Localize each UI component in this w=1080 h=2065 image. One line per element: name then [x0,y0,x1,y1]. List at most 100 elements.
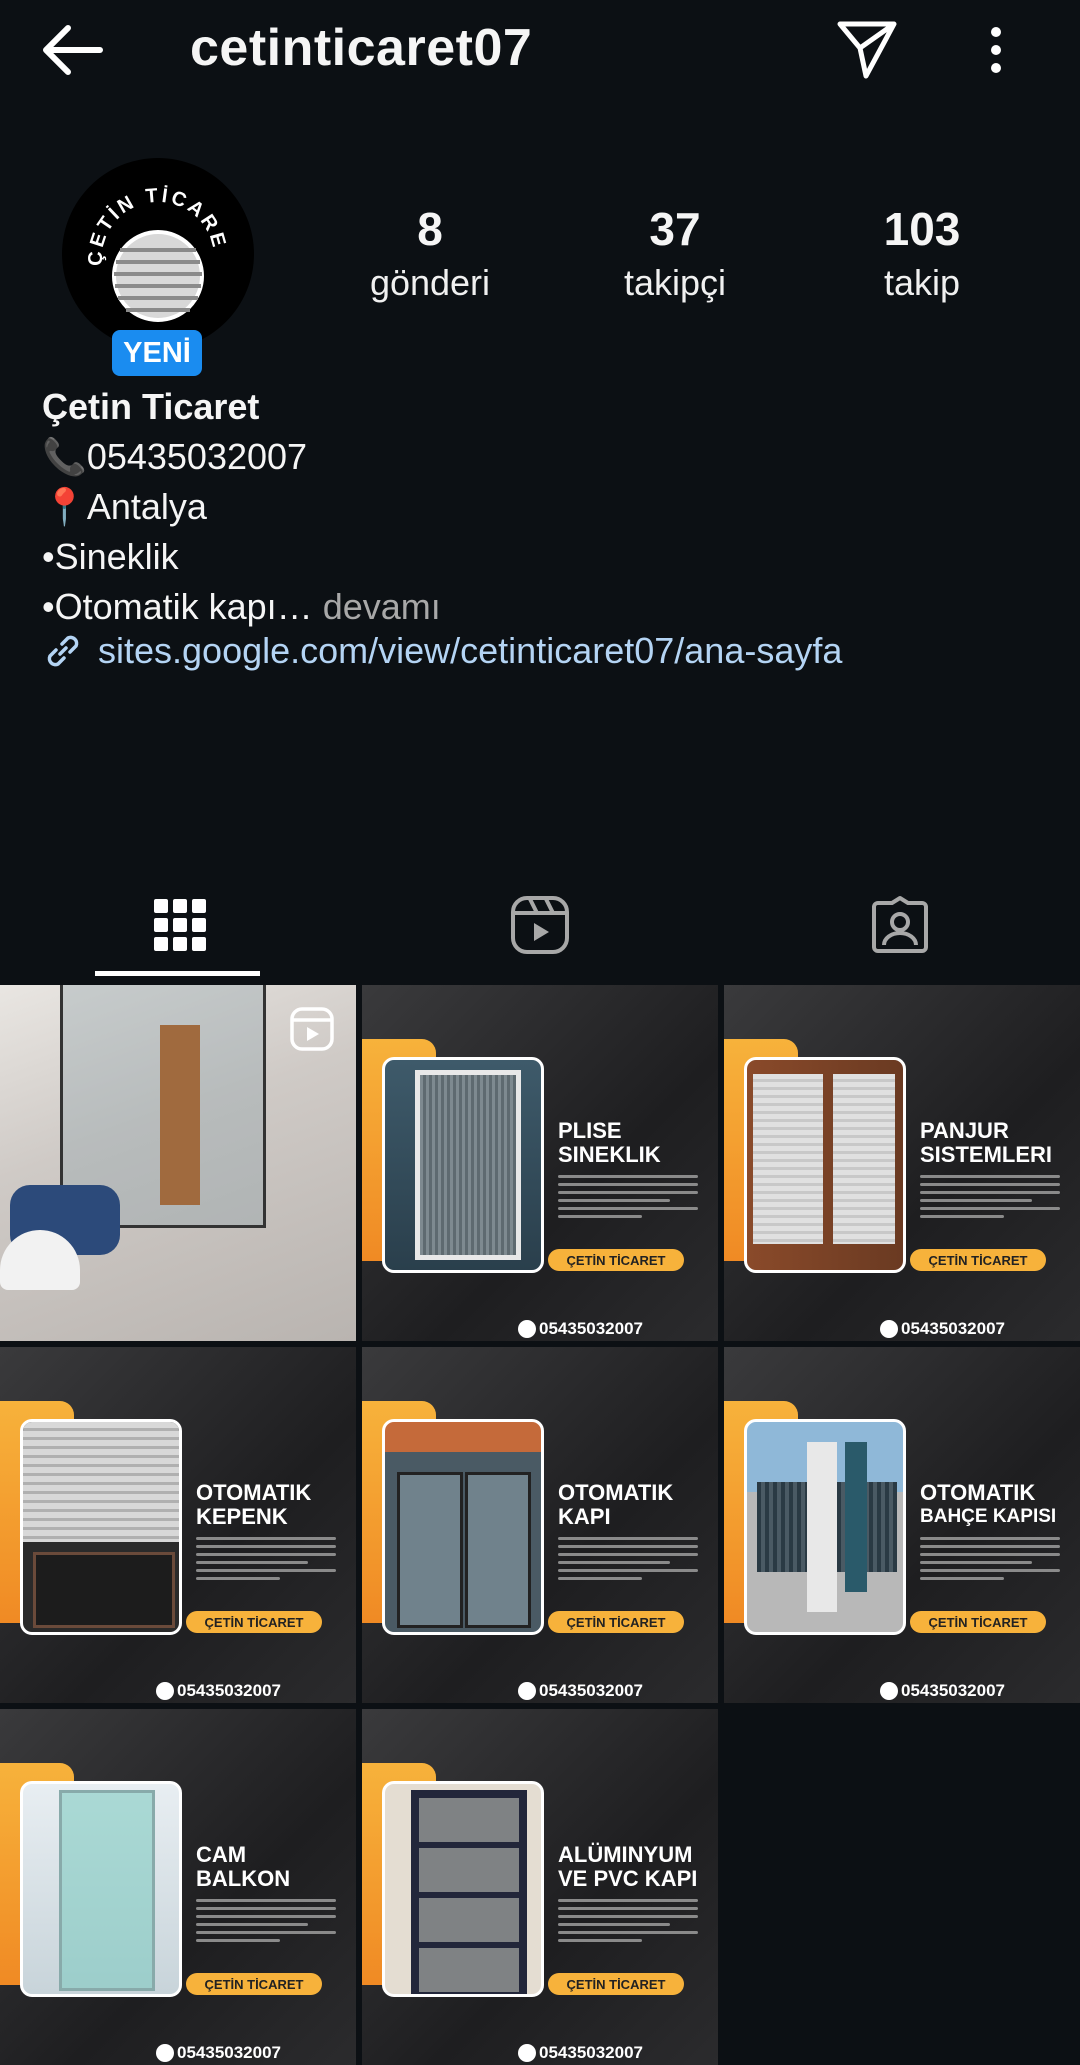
bio-more-link[interactable]: devamı [323,586,441,627]
brand-pill: ÇETİN TİCARET [186,1973,322,1995]
stat-followers-label: takipçi [623,262,727,303]
brand-pill: ÇETİN TİCARET [910,1249,1046,1271]
profile-tabs [0,870,1080,980]
brand-pill: ÇETİN TİCARET [186,1611,322,1633]
post-phone: 05435032007 [880,1319,1005,1339]
post-tile[interactable]: CAM BALKON ÇETİN TİCARET 05435032007 [0,1709,356,2065]
profile-link-text: sites.google.com/view/cetinticaret07/ana… [98,630,843,671]
post-phone-number: 05435032007 [539,1681,644,1700]
brand-pill: ÇETİN TİCARET [548,1973,684,1995]
post-description-lines [558,1899,698,1947]
post-title-line: BAHÇE KAPISI [920,1506,1057,1527]
phone-icon [518,2044,536,2062]
stat-followers[interactable]: 37 takipçi [575,200,775,308]
more-vertical-icon[interactable] [978,22,1014,78]
post-photo [20,1781,182,1997]
new-badge: YENİ [112,330,202,376]
top-bar: cetinticaret07 [0,0,1080,100]
post-title: PANJUR SISTEMLERI [920,1119,1070,1167]
post-title-line: OTOMATIK [196,1480,312,1505]
post-description-lines [196,1537,336,1585]
post-description-lines [558,1175,698,1223]
post-phone-number: 05435032007 [177,2043,282,2062]
post-phone: 05435032007 [880,1681,1005,1701]
bio-line-last: •Otomatik kapı… devamı [42,582,441,632]
post-phone: 05435032007 [518,1319,643,1339]
link-icon [47,635,79,667]
post-photo [382,1781,544,1997]
post-description-lines [196,1899,336,1947]
bio-line: 📞05435032007 [42,436,308,477]
post-tile[interactable]: OTOMATIK BAHÇE KAPISI ÇETİN TİCARET 05435… [724,1347,1080,1703]
post-title-line: KEPENK [196,1504,288,1529]
stat-following-value: 103 [883,203,961,255]
tab-tagged[interactable] [720,870,1080,980]
post-description-lines [920,1175,1060,1223]
post-phone-number: 05435032007 [901,1681,1006,1700]
post-title-line: KAPI [558,1504,611,1529]
back-arrow-icon[interactable] [38,22,108,78]
post-title-line: PLISE [558,1118,622,1143]
reel-indicator-icon [290,1007,334,1051]
phone-icon [156,2044,174,2062]
post-photo [744,1419,906,1635]
post-title: OTOMATIK KEPENK [196,1481,346,1529]
post-tile[interactable]: OTOMATIK KEPENK ÇETİN TİCARET 05435032007 [0,1347,356,1703]
post-title: OTOMATIK BAHÇE KAPISI [920,1481,1070,1529]
post-title: ALÜMINYUM VE PVC KAPI [558,1843,708,1891]
post-tile[interactable]: PLISE SINEKLIK ÇETİN TİCARET 05435032007 [362,985,718,1341]
stat-posts[interactable]: 8 gönderi [330,200,530,308]
grid-icon [154,899,206,951]
post-phone-number: 05435032007 [539,1319,644,1338]
bio-line: 📍Antalya [42,486,207,527]
wood-panel-image [160,1025,200,1205]
stat-posts-label: gönderi [369,262,491,303]
phone-icon [880,1320,898,1338]
post-tile[interactable]: PANJUR SISTEMLERI ÇETİN TİCARET 054350320… [724,985,1080,1341]
tab-grid[interactable] [0,870,360,980]
post-title-line: CAM [196,1842,247,1867]
blinds-logo-icon: ÇETİN TİCARET [62,158,227,322]
profile-avatar[interactable]: ÇETİN TİCARET [62,158,254,350]
phone-icon [518,1320,536,1338]
post-photo [382,1057,544,1273]
profile-bio: Çetin Ticaret 📞05435032007 📍Antalya •Sin… [42,382,441,632]
post-phone: 05435032007 [518,2043,643,2063]
brand-pill: ÇETİN TİCARET [548,1611,684,1633]
stat-posts-value: 8 [417,203,443,255]
post-title: CAM BALKON [196,1843,346,1891]
post-title-line: ALÜMINYUM [558,1842,693,1867]
post-tile[interactable]: OTOMATIK KAPI ÇETİN TİCARET 05435032007 [362,1347,718,1703]
stat-following[interactable]: 103 takip [822,200,1022,308]
phone-icon [518,1682,536,1700]
post-title-line: OTOMATIK [920,1480,1036,1505]
send-icon[interactable] [836,18,898,80]
post-phone-number: 05435032007 [539,2043,644,2062]
post-title-line: BALKON [196,1866,291,1891]
post-title-line: SINEKLIK [558,1142,661,1167]
bio-line: •Sineklik [42,536,179,577]
post-phone: 05435032007 [518,1681,643,1701]
tagged-icon [872,896,928,953]
post-description-lines [920,1537,1060,1585]
profile-link[interactable]: sites.google.com/view/cetinticaret07/ana… [42,630,842,672]
post-title-line: VE PVC KAPI [558,1866,698,1891]
brand-pill: ÇETİN TİCARET [548,1249,684,1271]
bio-line: •Otomatik kapı… [42,586,313,627]
post-photo [744,1057,906,1273]
post-title-line: PANJUR [920,1118,1009,1143]
phone-icon [880,1682,898,1700]
post-phone-number: 05435032007 [177,1681,282,1700]
phone-icon [156,1682,174,1700]
reels-icon [511,896,569,954]
brand-pill: ÇETİN TİCARET [910,1611,1046,1633]
tab-reels[interactable] [360,870,720,980]
stat-following-label: takip [883,262,961,303]
post-tile[interactable]: ALÜMINYUM VE PVC KAPI ÇETİN TİCARET 05435… [362,1709,718,2065]
post-phone: 05435032007 [156,1681,281,1701]
post-title: OTOMATIK KAPI [558,1481,708,1529]
profile-username: cetinticaret07 [190,19,533,77]
post-tile-reel[interactable] [0,985,356,1341]
stat-followers-value: 37 [649,203,701,255]
post-photo [20,1419,182,1635]
